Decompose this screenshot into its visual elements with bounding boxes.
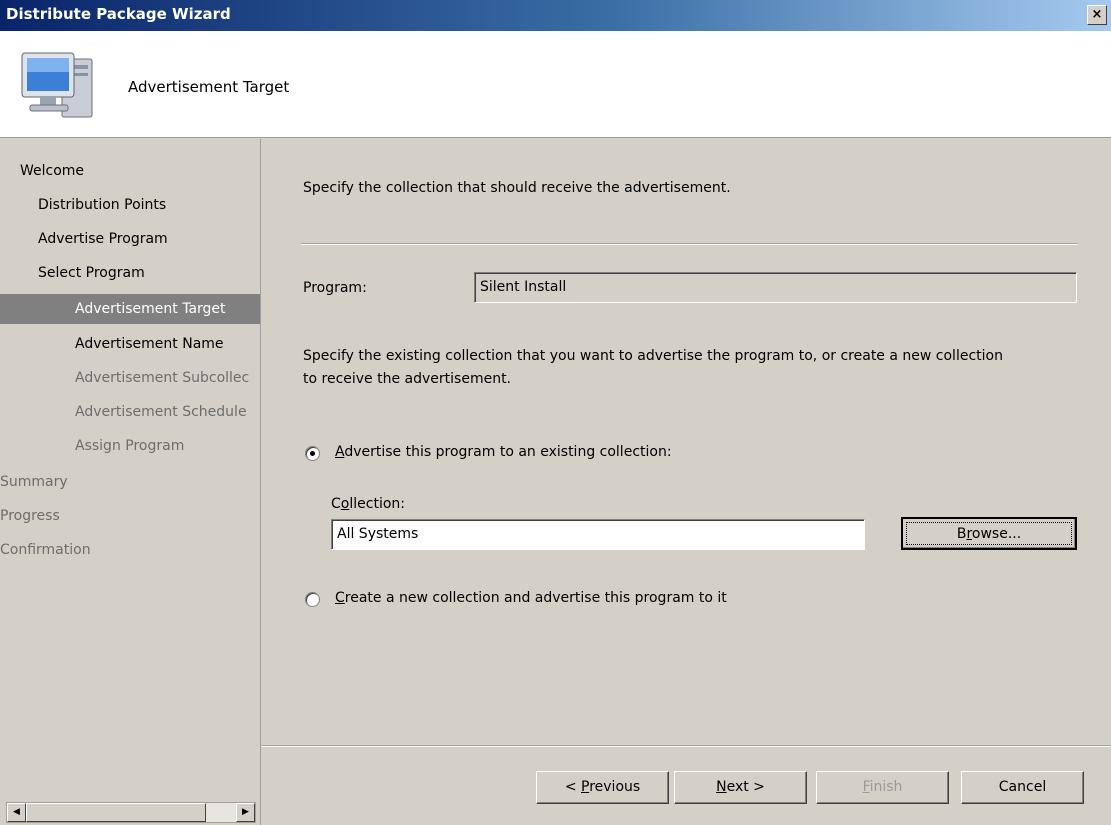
wizard-header: Advertisement Target — [0, 31, 1111, 138]
nav-horizontal-scrollbar[interactable]: ◀ ▶ — [6, 802, 256, 823]
collection-input[interactable]: All Systems — [331, 519, 865, 550]
intro-text: Specify the collection that should recei… — [303, 180, 731, 196]
title-bar: Distribute Package Wizard × — [0, 0, 1111, 31]
nav-item-welcome[interactable]: Welcome — [20, 156, 250, 186]
nav-item-advertisement-schedule: Advertisement Schedule — [75, 404, 247, 420]
browse-button[interactable]: Browse... — [901, 517, 1077, 550]
nav-item-confirmation: Confirmation — [0, 542, 91, 558]
previous-button[interactable]: < Previous — [536, 771, 669, 804]
scroll-right-arrow-icon[interactable]: ▶ — [236, 803, 255, 822]
option-new-collection-label[interactable]: Create a new collection and advertise th… — [335, 590, 727, 606]
computer-icon — [21, 52, 93, 118]
program-label: Program: — [303, 280, 367, 296]
window-title: Distribute Package Wizard — [6, 5, 231, 23]
collection-label: Collection: — [331, 496, 405, 512]
footer-divider — [262, 745, 1111, 747]
divider — [301, 243, 1077, 245]
instructions-line-1: Specify the existing collection that you… — [303, 348, 1003, 364]
nav-item-summary: Summary — [0, 474, 68, 490]
page-heading: Advertisement Target — [128, 78, 290, 96]
focus-rectangle — [906, 522, 1072, 545]
next-button[interactable]: Next > — [674, 771, 807, 804]
close-icon: × — [1091, 7, 1103, 22]
radio-new-collection[interactable] — [305, 592, 320, 607]
scroll-left-arrow-icon[interactable]: ◀ — [7, 803, 26, 822]
nav-item-advertisement-target[interactable]: Advertisement Target — [0, 294, 260, 324]
finish-button: Finish — [816, 771, 949, 804]
instructions-line-2: to receive the advertisement. — [303, 371, 512, 387]
wizard-steps-nav: Welcome Distribution Points Advertise Pr… — [0, 139, 261, 825]
nav-item-select-program[interactable]: Select Program — [38, 258, 250, 288]
nav-item-distribution-points[interactable]: Distribution Points — [38, 190, 250, 220]
nav-item-advertisement-subcollection: Advertisement Subcollec — [75, 370, 250, 386]
nav-item-assign-program: Assign Program — [75, 438, 185, 454]
nav-item-progress: Progress — [0, 508, 60, 524]
nav-item-advertisement-name[interactable]: Advertisement Name — [75, 329, 260, 359]
cancel-button[interactable]: Cancel — [961, 771, 1084, 804]
option-existing-collection-label[interactable]: Advertise this program to an existing co… — [335, 444, 672, 460]
radio-selected-dot — [310, 451, 315, 456]
nav-item-advertise-program[interactable]: Advertise Program — [38, 224, 250, 254]
program-field: Silent Install — [474, 272, 1077, 303]
radio-existing-collection[interactable] — [305, 446, 320, 461]
scroll-thumb[interactable] — [26, 803, 206, 822]
close-button[interactable]: × — [1087, 5, 1107, 25]
